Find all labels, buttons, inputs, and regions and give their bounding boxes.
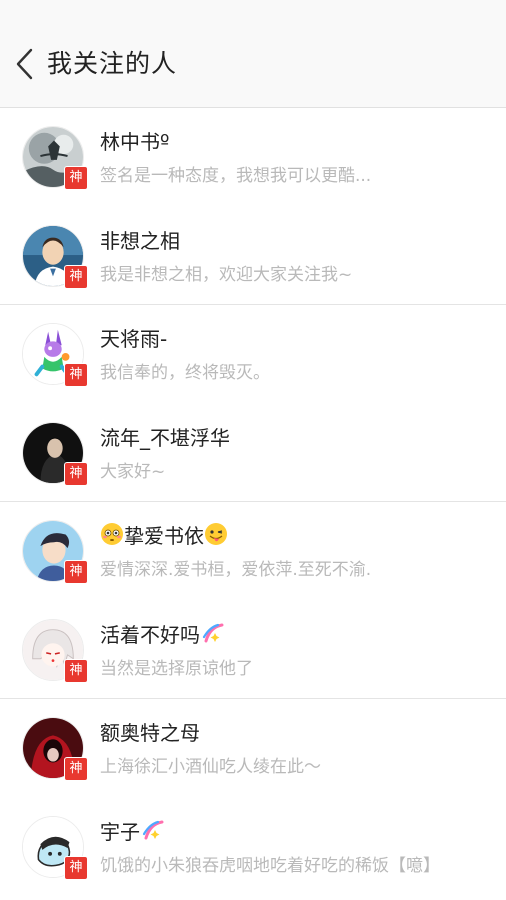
user-signature: 当然是选择原谅他了 [100,658,253,679]
top-bar: 我关注的人 [0,0,506,108]
following-list: 神 林中书º 签名是一种态度，我想我可以更酷... 神 非想之相 我是非想之相，… [0,108,506,896]
list-item[interactable]: 神 宇子 饥饿的小朱狼吞虎咽地吃着好吃的稀饭【噫】 [0,798,506,897]
list-item[interactable]: 神 天将雨- 我信奉的，终将毁灭。 [0,305,506,404]
sparkle-emoji-icon [140,818,164,842]
user-name-text: 宇子 [100,819,140,844]
user-name: 天将雨- [100,327,168,351]
god-badge: 神 [64,757,88,781]
user-name: 宇子 [100,818,164,846]
sparkle-emoji-icon [200,621,224,645]
page-title: 我关注的人 [47,49,178,78]
user-signature: 我是非想之相，欢迎大家关注我~ [100,264,353,285]
user-signature: 大家好~ [100,461,166,482]
list-item[interactable]: 神 额奥特之母 上海徐汇小酒仙吃人绫在此～ [0,699,506,798]
user-signature: 饥饿的小朱狼吞虎咽地吃着好吃的稀饭【噫】 [100,855,440,876]
flushed-face-icon [100,522,124,546]
user-signature: 签名是一种态度，我想我可以更酷... [100,166,372,186]
list-item[interactable]: 神 活着不好吗 当然是选择原谅他了 [0,601,506,700]
list-item[interactable]: 神 挚爱书依 爱情深深.爱书桓，爱依萍.至死不渝. [0,502,506,601]
god-badge: 神 [64,560,88,584]
chevron-left-icon[interactable] [14,46,36,82]
user-name: 挚爱书依 [100,522,228,550]
user-name: 非想之相 [100,228,180,253]
god-badge: 神 [64,461,88,486]
user-name: 额奥特之母 [100,721,200,745]
god-badge: 神 [64,855,88,880]
tongue-wink-face-icon [204,522,228,546]
user-signature: 上海徐汇小酒仙吃人绫在此～ [100,757,321,777]
list-item[interactable]: 神 流年_不堪浮华 大家好~ [0,404,506,503]
user-name: 流年_不堪浮华 [100,425,230,450]
user-signature: 我信奉的，终将毁灭。 [100,363,270,383]
user-name: 林中书º [100,130,170,154]
user-name: 活着不好吗 [100,621,224,649]
user-name-text: 活着不好吗 [100,622,200,647]
user-name-text: 挚爱书依 [124,524,204,548]
list-item[interactable]: 神 林中书º 签名是一种态度，我想我可以更酷... [0,108,506,207]
god-badge: 神 [64,166,88,190]
god-badge: 神 [64,264,88,289]
user-signature: 爱情深深.爱书桓，爱依萍.至死不渝. [100,560,372,580]
god-badge: 神 [64,363,88,387]
list-item[interactable]: 神 非想之相 我是非想之相，欢迎大家关注我~ [0,207,506,306]
god-badge: 神 [64,658,88,683]
